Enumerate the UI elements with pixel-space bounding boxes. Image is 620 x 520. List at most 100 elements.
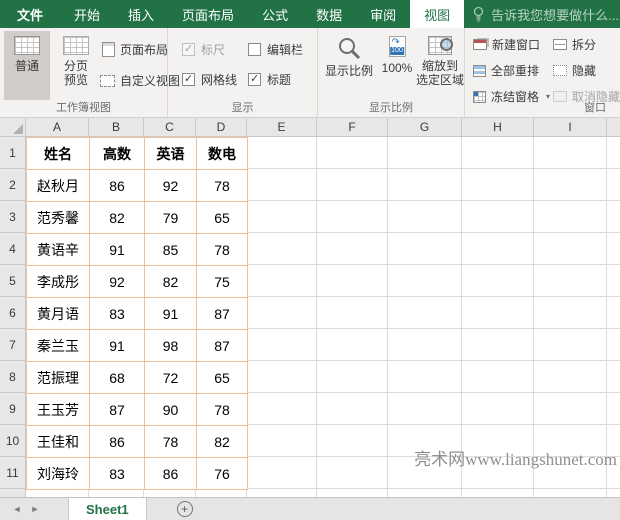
headings-checkbox-box (248, 73, 261, 86)
zoom-to-selection-icon (428, 36, 452, 55)
header-cell-name[interactable]: 姓名 (27, 138, 90, 170)
arrange-all-label: 全部重排 (491, 62, 539, 79)
group-workbook-views: 普通 分页预览 页面布局 自定义视图 工作簿视图 (0, 28, 168, 117)
select-all-corner[interactable] (0, 118, 26, 137)
column-header-g[interactable]: G (388, 118, 462, 137)
tab-insert[interactable]: 插入 (114, 0, 168, 28)
prev-sheet-arrow-icon[interactable]: ◄ (8, 498, 26, 520)
tab-formulas[interactable]: 公式 (248, 0, 302, 28)
arrange-all-icon (473, 65, 486, 77)
gridlines-checkbox-box (182, 73, 195, 86)
normal-grid-icon (14, 36, 40, 55)
row-header-10[interactable]: 10 (0, 425, 26, 457)
formula-bar-checkbox-box (248, 43, 261, 56)
sheet-tab-sheet1[interactable]: Sheet1 (68, 498, 147, 520)
group-show: 标尺 编辑栏 网格线 标题 显示 (168, 28, 318, 117)
table-row: 范振理687265 (27, 362, 248, 394)
zoom-100-button[interactable]: ↷ 100 100% (378, 31, 416, 100)
custom-views-icon (100, 75, 115, 87)
column-header-partial (607, 118, 620, 137)
zoom-to-selection-label: 缩放到选定区域 (416, 59, 464, 87)
column-header-i[interactable]: I (534, 118, 607, 137)
header-cell-english[interactable]: 英语 (145, 138, 197, 170)
tab-home[interactable]: 开始 (60, 0, 114, 28)
page-break-grid-icon (63, 36, 89, 55)
table-row: 范秀馨827965 (27, 202, 248, 234)
table-row: 赵秋月869278 (27, 170, 248, 202)
row-header-11[interactable]: 11 (0, 457, 26, 489)
select-all-triangle-icon (13, 124, 23, 134)
page-layout-label: 页面布局 (120, 41, 168, 58)
new-window-button[interactable]: 新建窗口 (473, 36, 540, 53)
row-header-7[interactable]: 7 (0, 329, 26, 361)
ruler-checkbox[interactable]: 标尺 (182, 41, 225, 58)
table-row: 秦兰玉919887 (27, 330, 248, 362)
column-header-e[interactable]: E (247, 118, 317, 137)
tell-me-label: 告诉我您想要做什么... (491, 5, 619, 24)
grid-row-partial (0, 489, 620, 497)
formula-bar-checkbox[interactable]: 编辑栏 (248, 41, 303, 58)
add-sheet-button[interactable]: + (177, 501, 193, 517)
column-header-c[interactable]: C (144, 118, 196, 137)
column-header-h[interactable]: H (462, 118, 534, 137)
row-header-6[interactable]: 6 (0, 297, 26, 329)
zoom-100-label: 100% (382, 61, 413, 75)
column-headers: A B C D E F G H I (0, 118, 620, 137)
column-header-b[interactable]: B (89, 118, 144, 137)
tell-me-box[interactable]: 告诉我您想要做什么... (464, 0, 619, 28)
page-layout-view-button[interactable]: 页面布局 (102, 41, 168, 58)
ribbon-tab-bar: 文件 开始 插入 页面布局 公式 数据 审阅 视图 告诉我您想要做什么... (0, 0, 620, 28)
tab-file[interactable]: 文件 (0, 0, 60, 28)
page-layout-icon (102, 42, 115, 57)
column-header-f[interactable]: F (317, 118, 388, 137)
row-header-5[interactable]: 5 (0, 265, 26, 297)
header-cell-digital[interactable]: 数电 (197, 138, 248, 170)
hide-icon (553, 65, 567, 76)
split-icon (553, 39, 567, 50)
zoom-button[interactable]: 显示比例 (320, 31, 378, 100)
tab-review[interactable]: 审阅 (356, 0, 410, 28)
hide-label: 隐藏 (572, 62, 596, 79)
row-header-3[interactable]: 3 (0, 201, 26, 233)
normal-label: 普通 (15, 59, 39, 73)
row-header-8[interactable]: 8 (0, 361, 26, 393)
group-label-workbook-views: 工作簿视图 (0, 99, 167, 115)
page-break-preview-button[interactable]: 分页预览 (52, 31, 100, 100)
lightbulb-icon (472, 6, 485, 22)
site-watermark: 亮术网www.liangshunet.com (414, 445, 617, 470)
table-row: 刘海玲838676 (27, 458, 248, 490)
row-header-2[interactable]: 2 (0, 169, 26, 201)
table-row: 黄语辛918578 (27, 234, 248, 266)
column-header-a[interactable]: A (26, 118, 89, 137)
row-header-9[interactable]: 9 (0, 393, 26, 425)
headings-label: 标题 (267, 71, 291, 88)
row-header-1[interactable]: 1 (0, 137, 26, 169)
arrange-all-button[interactable]: 全部重排 (473, 62, 539, 79)
tab-data[interactable]: 数据 (302, 0, 356, 28)
split-label: 拆分 (572, 36, 596, 53)
tab-page-layout[interactable]: 页面布局 (168, 0, 248, 28)
normal-view-button[interactable]: 普通 (4, 31, 50, 100)
split-button[interactable]: 拆分 (553, 36, 596, 53)
hide-button[interactable]: 隐藏 (553, 62, 596, 79)
next-sheet-arrow-icon[interactable]: ► (26, 498, 44, 520)
new-window-label: 新建窗口 (492, 36, 540, 53)
ribbon: 普通 分页预览 页面布局 自定义视图 工作簿视图 标尺 编辑栏 网格线 (0, 28, 620, 118)
page-break-label: 分页预览 (64, 59, 88, 87)
tab-view[interactable]: 视图 (410, 0, 464, 28)
ruler-label: 标尺 (201, 41, 225, 58)
zoom-to-selection-button[interactable]: 缩放到选定区域 (415, 31, 465, 100)
group-label-zoom: 显示比例 (318, 99, 464, 115)
group-window: 新建窗口 全部重排 冻结窗格 ▾ 拆分 隐藏 取消隐藏 窗口 (465, 28, 620, 117)
header-cell-math[interactable]: 高数 (90, 138, 145, 170)
new-window-icon (473, 39, 487, 50)
gridlines-checkbox[interactable]: 网格线 (182, 71, 237, 88)
headings-checkbox[interactable]: 标题 (248, 71, 291, 88)
formula-bar-label: 编辑栏 (267, 41, 303, 58)
group-label-show: 显示 (168, 99, 317, 115)
column-header-d[interactable]: D (196, 118, 247, 137)
row-header-4[interactable]: 4 (0, 233, 26, 265)
zoom-label: 显示比例 (325, 64, 373, 78)
zoom-100-icon: ↷ 100 (389, 36, 406, 57)
group-label-window: 窗口 (465, 99, 620, 115)
